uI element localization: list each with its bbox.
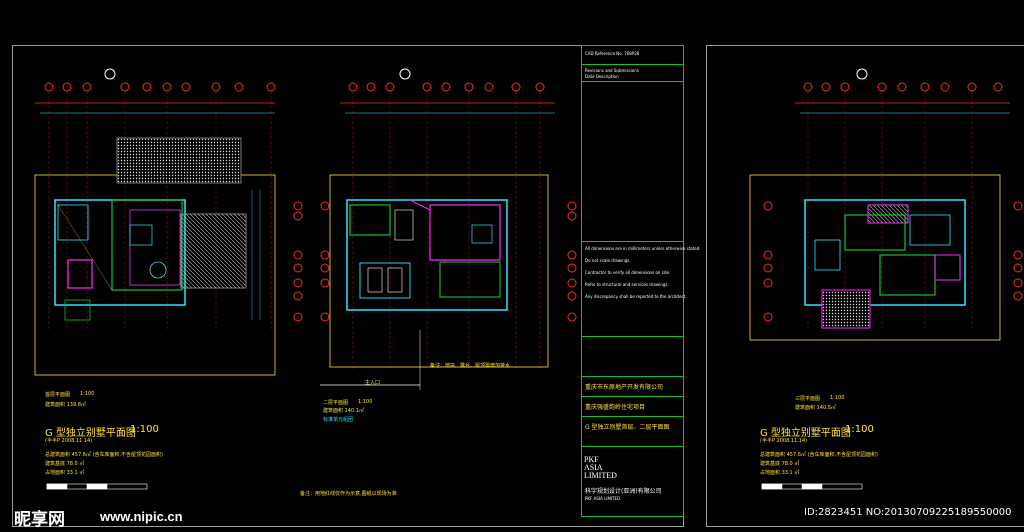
plan2-entrance: 主入口 [365,380,381,386]
sheet3-stat-1: 总建筑面积 457.6㎡ (含车库面积,不含屋顶花园面积) [760,452,878,458]
plan2-note: 备注：地块、露台、屋顶需增加排水 [430,363,511,369]
plan-second-floor [320,68,577,390]
plan1-label: 首层平面图 [45,392,71,398]
plan1-scale: 1:100 [80,391,95,397]
sheet1-subtitle: (半半P 2008.11.14) [45,438,93,444]
watermark-site: www.nipic.cn [100,509,183,524]
plan3-label: 三层平面图 [795,396,821,402]
plan2-scale: 1:100 [358,399,373,405]
sheet3-stat-3: 占地面积 33.1 ㎡ [760,470,800,476]
sheet3-subtitle: (半半P 2008.11.14) [760,438,808,444]
sheet1-stat-1: 总建筑面积 457.6㎡ (含车库面积,不含屋顶花园面积) [45,452,163,458]
plan-ground-floor [34,68,303,376]
sheet1-stat-2: 建筑基底 78.0 ㎡ [45,461,85,467]
plan2-area: 建筑面积 140.1㎡ [323,408,364,414]
sheet1-note: 备注：用地红线仅作为示意,图纸以现场为准 [300,491,397,497]
plan3-scale: 1:100 [830,395,845,401]
plan2-label: 二层平面图 [323,400,349,406]
sheet1-stat-3: 占地面积 33.1 ㎡ [45,470,85,476]
sheet3-stat-2: 建筑基底 78.0 ㎡ [760,461,800,467]
watermark-brand: 昵享网 [14,510,65,530]
sheet3-title-scale: 1:100 [845,424,874,435]
plan3-area: 建筑面积 140.5㎡ [795,405,836,411]
watermark-id: ID:2823451 NO:20130709225189550000 [804,507,1012,518]
plan1-area: 建筑面积 139.8㎡ [45,402,86,408]
sheet1-title-scale: 1:100 [130,424,159,435]
plan-third-floor [749,68,1023,341]
scale-bars [46,483,863,490]
plan2-unit-label: 标准单元组团 [323,417,354,423]
